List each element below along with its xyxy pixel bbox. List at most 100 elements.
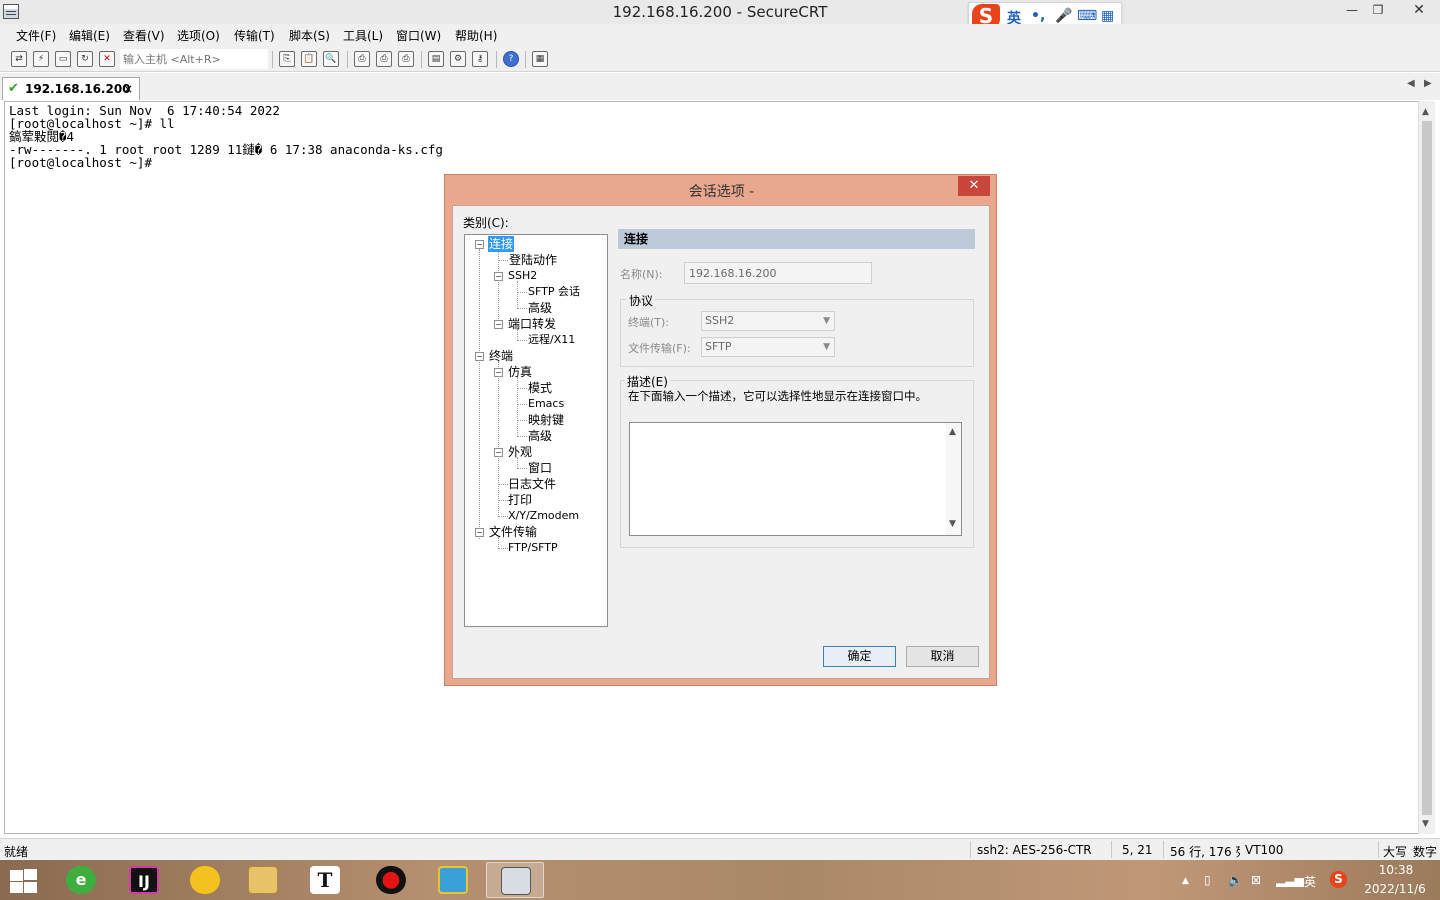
tree-collapse-icon[interactable]: − [475, 528, 484, 537]
tree-item-ssh2[interactable]: SSH2 [508, 268, 537, 284]
toolbar-separator [347, 51, 348, 68]
ime-keyboard-icon[interactable]: ⌨ [1077, 8, 1097, 24]
tree-item-logon-actions[interactable]: 登陆动作 [509, 252, 557, 268]
tab-close-icon[interactable]: × [123, 82, 133, 96]
description-textarea[interactable]: ▲ ▼ [629, 422, 962, 536]
key-manager-icon[interactable]: ⚷ [472, 51, 488, 67]
tree-item-appearance[interactable]: 外观 [508, 444, 532, 460]
copy-icon[interactable]: ⎘ [279, 51, 295, 67]
tree-item-xyzmodem[interactable]: X/Y/Zmodem [508, 508, 579, 524]
menu-help[interactable]: 帮助(H) [455, 27, 497, 44]
tree-collapse-icon[interactable]: − [494, 448, 503, 457]
terminal-scrollbar[interactable]: ▲ ▼ [1418, 101, 1435, 834]
tray-sogou-icon[interactable]: S [1330, 871, 1347, 888]
paste-icon[interactable]: 📋 [301, 51, 317, 67]
tree-item-emacs[interactable]: Emacs [528, 396, 564, 412]
tray-signal-icon[interactable]: ▂▃▅ [1276, 873, 1304, 887]
taskbar-app-securecrt[interactable] [486, 862, 544, 898]
taskbar-app-editor[interactable] [424, 862, 482, 898]
name-field[interactable] [684, 262, 872, 284]
session-options-icon[interactable]: ▤ [428, 51, 444, 67]
disconnect-icon[interactable]: ✕ [99, 51, 115, 67]
taskbar-app-recorder[interactable]: ● [362, 862, 420, 898]
menu-edit[interactable]: 编辑(E) [69, 27, 110, 44]
scroll-up-icon[interactable]: ▲ [1422, 107, 1429, 117]
cancel-button[interactable]: 取消 [906, 646, 979, 667]
tray-expand-icon[interactable]: ▲ [1182, 876, 1189, 886]
tree-item-file-transfer[interactable]: 文件传输 [489, 524, 537, 540]
tray-ime-lang[interactable]: 英 [1304, 873, 1316, 890]
print-selection-icon[interactable]: ⎙ [376, 51, 392, 67]
tree-item-ftp-sftp[interactable]: FTP/SFTP [508, 540, 558, 556]
scroll-down-icon[interactable]: ▼ [1422, 819, 1429, 829]
connect-tab-icon[interactable]: ▭ [55, 51, 71, 67]
global-options-icon[interactable]: ⚙ [450, 51, 466, 67]
taskbar-app-intellij[interactable]: IJ [115, 862, 173, 898]
status-separator [1163, 841, 1164, 858]
reconnect-icon[interactable]: ↻ [77, 51, 93, 67]
ime-punct-icon[interactable]: •, [1031, 8, 1045, 24]
print-icon[interactable]: ⎙ [354, 51, 370, 67]
start-button[interactable] [8, 868, 38, 894]
tree-item-emulation-advanced[interactable]: 高级 [528, 428, 552, 444]
tree-item-remote-x11[interactable]: 远程/X11 [528, 332, 575, 348]
clock-date[interactable]: 2022/11/6 [1362, 882, 1428, 896]
status-num: 数字 [1413, 845, 1438, 859]
file-transfer-select[interactable]: SFTP ▼ [701, 337, 835, 357]
tree-item-sftp-session[interactable]: SFTP 会话 [528, 284, 580, 300]
ime-tools-icon[interactable]: ▦ [1101, 8, 1114, 24]
sftp-icon[interactable]: ▦ [532, 51, 548, 67]
taskbar-app-chick[interactable] [176, 862, 234, 898]
tree-collapse-icon[interactable]: − [494, 272, 503, 281]
taskbar-app-explorer[interactable] [234, 862, 292, 898]
menu-file[interactable]: 文件(F) [16, 27, 56, 44]
tab-session[interactable]: ✔ 192.168.16.200 × [2, 77, 140, 100]
description-scrollbar[interactable]: ▲ ▼ [946, 423, 961, 535]
tree-collapse-icon[interactable]: − [475, 352, 484, 361]
taskbar-app-typora[interactable]: T [296, 862, 354, 898]
tree-item-connection[interactable]: 连接 [488, 236, 515, 252]
menu-window[interactable]: 窗口(W) [396, 27, 441, 44]
tab-scroll-left-icon[interactable]: ◀ [1407, 78, 1415, 89]
ime-mic-icon[interactable]: 🎤 [1055, 8, 1072, 24]
restore-button[interactable]: ❐ [1364, 0, 1392, 22]
minimize-button[interactable]: — [1338, 0, 1366, 22]
tree-collapse-icon[interactable]: − [475, 240, 484, 249]
find-icon[interactable]: 🔍 [323, 51, 339, 67]
tray-device-icon[interactable]: ▯ [1204, 873, 1211, 887]
tree-collapse-icon[interactable]: − [494, 320, 503, 329]
menu-view[interactable]: 查看(V) [123, 27, 165, 44]
scroll-up-icon[interactable]: ▲ [949, 427, 956, 437]
menu-tools[interactable]: 工具(L) [343, 27, 383, 44]
menu-transfer[interactable]: 传输(T) [234, 27, 275, 44]
tree-collapse-icon[interactable]: − [494, 368, 503, 377]
tree-item-modes[interactable]: 模式 [528, 380, 552, 396]
tree-item-ssh2-advanced[interactable]: 高级 [528, 300, 552, 316]
print-setup-icon[interactable]: ⎙ [398, 51, 414, 67]
tray-volume-icon[interactable]: 🔈 [1228, 873, 1243, 887]
scroll-down-icon[interactable]: ▼ [949, 519, 956, 529]
ok-button[interactable]: 确定 [823, 646, 896, 667]
tab-scroll-right-icon[interactable]: ▶ [1424, 78, 1432, 89]
tree-item-terminal[interactable]: 终端 [489, 348, 513, 364]
tree-item-log-file[interactable]: 日志文件 [508, 476, 556, 492]
protocol-select[interactable]: SSH2 ▼ [701, 311, 835, 331]
tree-item-emulation[interactable]: 仿真 [508, 364, 532, 380]
tree-item-port-forwarding[interactable]: 端口转发 [508, 316, 556, 332]
dialog-close-button[interactable]: ✕ [958, 176, 990, 196]
tree-item-window[interactable]: 窗口 [528, 460, 552, 476]
quick-connect-icon[interactable]: ⚡ [33, 51, 49, 67]
taskbar-app-browser[interactable]: e [52, 862, 110, 898]
scrollbar-thumb[interactable] [1422, 121, 1432, 815]
menu-options[interactable]: 选项(O) [177, 27, 220, 44]
help-icon[interactable]: ? [503, 51, 519, 67]
close-window-button[interactable]: ✕ [1398, 0, 1440, 22]
connect-icon[interactable]: ⇄ [11, 51, 27, 67]
tray-network-icon[interactable]: ⊠ [1251, 873, 1261, 887]
category-tree[interactable]: − − − − − − − 连接 登陆动作 SSH2 SFTP 会话 高级 端口… [464, 234, 608, 627]
tree-item-mapped-keys[interactable]: 映射键 [528, 412, 564, 428]
clock-time[interactable]: 10:38 [1373, 863, 1419, 877]
menu-script[interactable]: 脚本(S) [289, 27, 330, 44]
host-input[interactable] [120, 49, 268, 69]
tree-item-printing[interactable]: 打印 [508, 492, 532, 508]
